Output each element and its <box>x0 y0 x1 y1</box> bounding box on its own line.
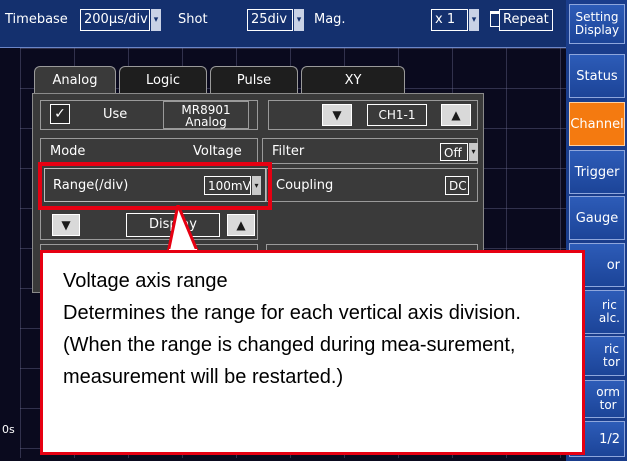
filter-dropdown-icon[interactable]: ▾ <box>469 143 478 161</box>
display-next-button[interactable]: ▲ <box>227 214 255 236</box>
coupling-label: Coupling <box>276 178 334 193</box>
channel-button[interactable]: Channel <box>569 102 625 146</box>
range-highlight-box <box>38 162 272 210</box>
waveform-left-strip <box>0 48 20 461</box>
timebase-label: Timebase <box>5 12 68 27</box>
tab-xy[interactable]: XY <box>301 66 405 96</box>
mode-label: Mode <box>50 144 86 159</box>
filter-select[interactable]: Off <box>440 143 468 161</box>
timebase-dropdown-icon[interactable]: ▾ <box>151 9 161 31</box>
shot-select[interactable]: 25div <box>247 9 293 31</box>
use-label: Use <box>103 107 128 122</box>
tab-logic[interactable]: Logic <box>119 66 207 96</box>
shot-label: Shot <box>178 12 208 27</box>
repeat-button[interactable]: Repeat <box>499 9 553 31</box>
setting-display-button[interactable]: Setting Display <box>569 4 625 44</box>
coupling-select[interactable]: DC <box>445 176 469 195</box>
top-bar: Timebase 200µs/div ▾ Shot 25div ▾ Mag. x… <box>0 0 566 48</box>
gauge-button[interactable]: Gauge <box>569 196 625 240</box>
mag-dropdown-icon[interactable]: ▾ <box>469 9 479 31</box>
channel-next-button[interactable]: ▲ <box>441 104 471 126</box>
mag-select[interactable]: x 1 <box>431 9 468 31</box>
mag-label: Mag. <box>314 12 346 27</box>
callout-line-2: (When the range is changed during mea-su… <box>63 334 516 388</box>
shot-dropdown-icon[interactable]: ▾ <box>294 9 304 31</box>
callout-pointer <box>166 205 201 255</box>
mode-value[interactable]: Voltage <box>193 144 242 159</box>
timebase-select[interactable]: 200µs/div <box>80 9 150 31</box>
channel-value[interactable]: CH1-1 <box>367 104 427 126</box>
channel-prev-button[interactable]: ▼ <box>322 104 352 126</box>
callout-text: Voltage axis range Determines the range … <box>63 265 573 393</box>
use-checkbox[interactable]: ✓ <box>50 104 70 124</box>
module-model-label: MR8901 Analog <box>163 101 249 129</box>
trigger-button[interactable]: Trigger <box>569 150 625 194</box>
time-start-label: 0s <box>2 423 15 436</box>
callout-line-1: Determines the range for each vertical a… <box>63 302 521 324</box>
tab-pulse[interactable]: Pulse <box>210 66 298 96</box>
display-prev-button[interactable]: ▼ <box>52 214 80 236</box>
oscilloscope-screen: Timebase 200µs/div ▾ Shot 25div ▾ Mag. x… <box>0 0 627 461</box>
status-button[interactable]: Status <box>569 54 625 98</box>
filter-label: Filter <box>272 144 305 159</box>
callout-box: Voltage axis range Determines the range … <box>40 250 585 455</box>
callout-title: Voltage axis range <box>63 270 228 292</box>
